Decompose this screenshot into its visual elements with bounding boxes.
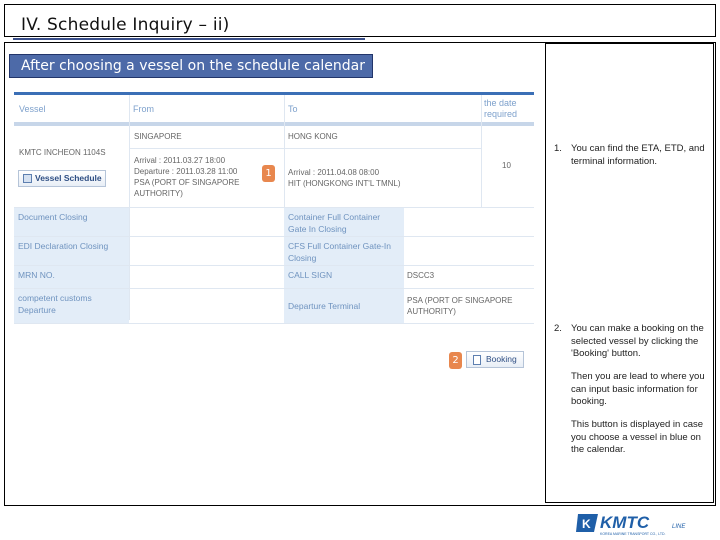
label-text: CFS Full Container Gate-In Closing <box>288 241 391 263</box>
kmtc-logo: K KMTC LINE KOREA MARINE TRANSPORT CO., … <box>576 513 686 536</box>
label-mrn: MRN NO. <box>14 266 129 288</box>
title-underline <box>13 38 365 40</box>
label-container-closing: Container Full Container Gate In Closing <box>284 208 404 236</box>
row-divider <box>129 148 481 149</box>
label-call-sign: CALL SIGN <box>284 266 404 288</box>
label-cfs-closing: CFS Full Container Gate-In Closing <box>284 237 404 265</box>
note-item-2: 2. You can make a booking on the selecte… <box>545 323 714 367</box>
header-to: To <box>288 104 298 114</box>
row-divider <box>14 323 534 324</box>
label-edi-closing: EDI Declaration Closing <box>14 237 129 265</box>
vessel-name: KMTC INCHEON 1104S <box>19 148 106 157</box>
label-departure-terminal: Departure Terminal <box>284 289 404 323</box>
label-text: MRN NO. <box>18 270 55 280</box>
from-detail: Arrival : 2011.03.27 18:00 Departure : 2… <box>134 156 240 198</box>
header-vessel: Vessel <box>19 104 46 114</box>
departure-terminal-value: PSA (PORT OF SINGAPORE AUTHORITY) <box>407 296 513 316</box>
vessel-schedule-button[interactable]: Vessel Schedule <box>18 170 106 187</box>
callout-marker-1: 1 <box>262 165 275 182</box>
days-required: 10 <box>502 161 511 170</box>
call-sign-value: DSCC3 <box>407 271 435 280</box>
label-text: competent customs Departure <box>18 293 92 315</box>
label-text: EDI Declaration Closing <box>18 241 109 251</box>
label-document-closing: Document Closing <box>14 208 129 236</box>
note-body: You can make a booking on the selected v… <box>571 323 704 359</box>
logo-tagline: KOREA MARINE TRANSPORT CO., LTD. <box>600 532 666 536</box>
label-text: Document Closing <box>18 212 88 222</box>
note-number: 1. <box>554 143 562 154</box>
note-item-2-detail-2: This button is displayed in case you cho… <box>571 419 704 455</box>
to-port: HONG KONG <box>288 132 338 141</box>
to-detail: Arrival : 2011.04.08 08:00 HIT (HONGKONG… <box>288 168 401 188</box>
label-text: Departure Terminal <box>288 301 361 311</box>
col-divider <box>481 95 482 207</box>
label-text: CALL SIGN <box>288 270 333 280</box>
document-icon <box>473 355 481 365</box>
booking-button[interactable]: Booking <box>466 351 524 368</box>
header-date-required: the date required <box>484 98 518 119</box>
note-number: 2. <box>554 323 562 334</box>
header-from: From <box>133 104 154 114</box>
title-box: IV. Schedule Inquiry – ii) <box>4 4 716 40</box>
header-divider <box>14 124 534 126</box>
note-item-1: 1. You can find the ETA, ETD, and termin… <box>545 143 714 203</box>
svg-text:K: K <box>582 517 591 531</box>
note-item-2-detail-1: Then you are lead to where you can input… <box>571 371 705 407</box>
booking-label: Booking <box>486 354 517 364</box>
label-customs-departure: competent customs Departure <box>14 289 129 323</box>
schedule-detail-screenshot: Vessel From To the date required KMTC IN… <box>14 92 534 380</box>
label-text: Container Full Container Gate In Closing <box>288 212 381 234</box>
vessel-schedule-label: Vessel Schedule <box>35 173 102 183</box>
table-header <box>14 92 534 124</box>
from-port: SINGAPORE <box>134 132 182 141</box>
calendar-icon <box>23 174 32 183</box>
note-body: You can find the ETA, ETD, and terminal … <box>571 143 705 167</box>
logo-suffix-text: LINE <box>672 524 686 530</box>
callout-marker-2: 2 <box>449 352 462 369</box>
table-header-bar <box>14 92 534 95</box>
logo-brand-text: KMTC <box>600 513 650 532</box>
slide-title: IV. Schedule Inquiry – ii) <box>21 15 230 35</box>
subtitle-banner: After choosing a vessel on the schedule … <box>9 54 373 78</box>
